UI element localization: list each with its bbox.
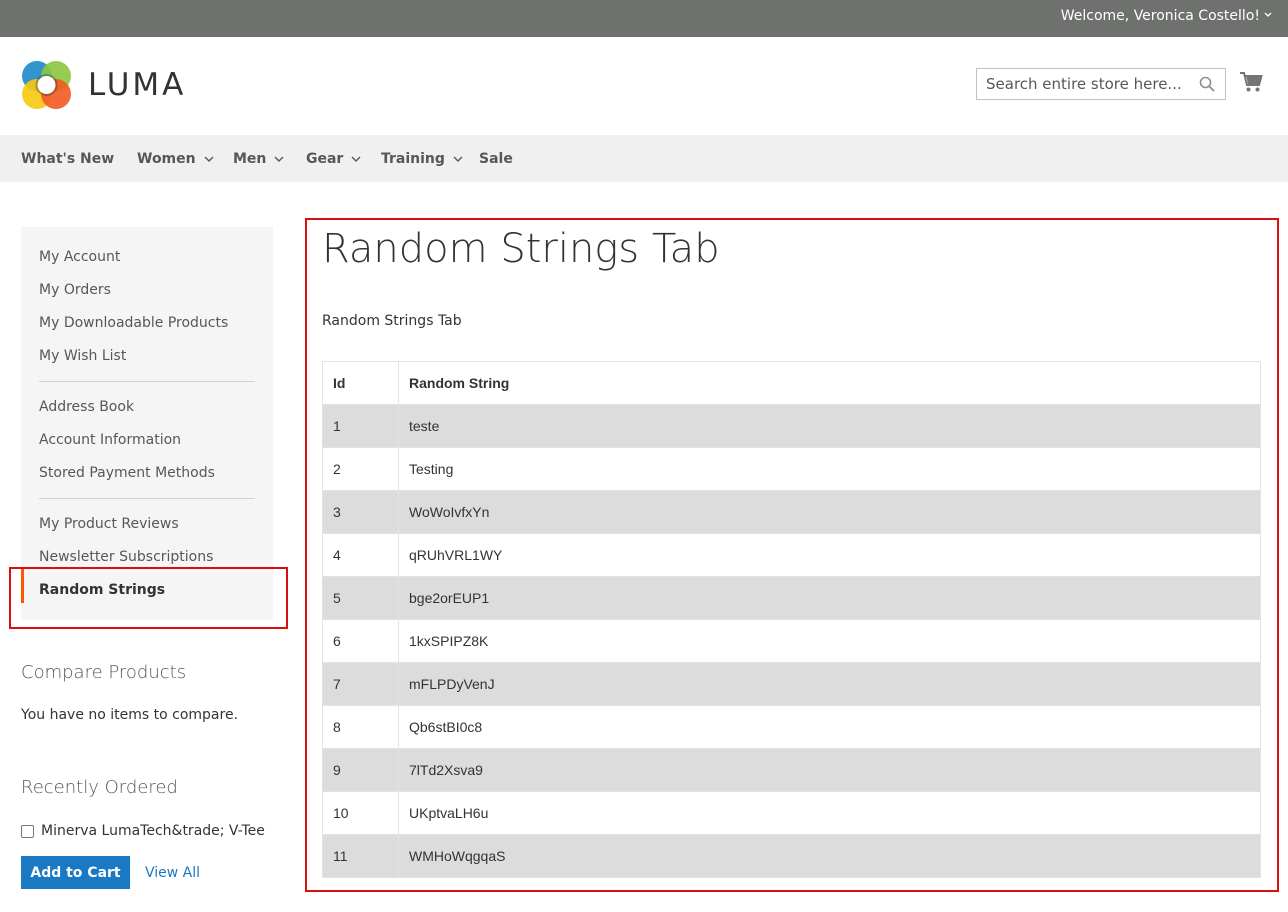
chevron-down-icon — [274, 156, 284, 162]
table-row: 1 teste — [322, 404, 1261, 448]
sidebar-item-my-account[interactable]: My Account — [39, 248, 120, 266]
cell-random-string: Qb6stBI0c8 — [398, 705, 1261, 749]
cell-id: 2 — [322, 447, 399, 491]
cell-id: 6 — [322, 619, 399, 663]
column-header-random-string: Random String — [398, 361, 1261, 405]
main-navigation: What's New Women Men Gear Training Sale — [0, 135, 1288, 182]
view-all-link[interactable]: View All — [145, 864, 200, 882]
table-row: 8 Qb6stBI0c8 — [322, 705, 1261, 749]
nav-item-whats-new[interactable]: What's New — [21, 150, 114, 168]
nav-item-women[interactable]: Women — [137, 150, 214, 168]
nav-item-label: Women — [137, 151, 196, 167]
search-input[interactable] — [977, 69, 1187, 99]
table-row: 5 bge2orEUP1 — [322, 576, 1261, 620]
chevron-down-icon — [453, 156, 463, 162]
column-header-id: Id — [322, 361, 399, 405]
cell-id: 11 — [322, 834, 399, 878]
table-row: 7 mFLPDyVenJ — [322, 662, 1261, 706]
cell-random-string: 1kxSPIPZ8K — [398, 619, 1261, 663]
cell-random-string: mFLPDyVenJ — [398, 662, 1261, 706]
sidebar-item-stored-payment-methods[interactable]: Stored Payment Methods — [39, 464, 215, 482]
cell-id: 3 — [322, 490, 399, 534]
cell-id: 8 — [322, 705, 399, 749]
cell-random-string: Testing — [398, 447, 1261, 491]
luma-logo-icon — [22, 61, 71, 109]
nav-item-sale[interactable]: Sale — [479, 150, 513, 168]
welcome-message[interactable]: Welcome, Veronica Costello! — [1061, 7, 1260, 25]
search-icon[interactable] — [1199, 76, 1215, 92]
cell-random-string: bge2orEUP1 — [398, 576, 1261, 620]
sidebar-item-my-orders[interactable]: My Orders — [39, 281, 111, 299]
sidebar-item-address-book[interactable]: Address Book — [39, 398, 134, 416]
chevron-down-icon — [204, 156, 214, 162]
random-strings-table: Id Random String 1 teste 2 Testing 3 WoWoIv… — [322, 361, 1261, 878]
sidebar-item-wish-list[interactable]: My Wish List — [39, 347, 126, 365]
chevron-down-icon[interactable] — [1264, 11, 1272, 19]
cell-random-string: 7lTd2Xsva9 — [398, 748, 1261, 792]
table-row: 6 1kxSPIPZ8K — [322, 619, 1261, 663]
cell-random-string: UKptvaLH6u — [398, 791, 1261, 835]
cell-id: 10 — [322, 791, 399, 835]
compare-empty-text: You have no items to compare. — [21, 707, 239, 723]
table-row: 4 qRUhVRL1WY — [322, 533, 1261, 577]
cart-icon[interactable] — [1239, 71, 1263, 93]
table-row: 3 WoWoIvfxYn — [322, 490, 1261, 534]
nav-item-training[interactable]: Training — [381, 150, 463, 168]
recent-order-item: Minerva LumaTech&trade; V-Tee — [21, 822, 265, 840]
sidebar-item-downloadable-products[interactable]: My Downloadable Products — [39, 314, 228, 332]
nav-item-gear[interactable]: Gear — [306, 150, 361, 168]
top-bar: Welcome, Veronica Costello! — [0, 0, 1288, 37]
table-row: 10 UKptvaLH6u — [322, 791, 1261, 835]
cell-random-string: WMHoWqgqaS — [398, 834, 1261, 878]
table-row: 9 7lTd2Xsva9 — [322, 748, 1261, 792]
page-title: Random Strings Tab — [322, 226, 720, 272]
page-subtitle: Random Strings Tab — [322, 313, 462, 329]
chevron-down-icon — [351, 156, 361, 162]
table-row: 11 WMHoWqgqaS — [322, 834, 1261, 878]
sidebar-divider — [39, 381, 255, 382]
store-logo[interactable]: LUMA — [21, 59, 191, 111]
cell-id: 4 — [322, 533, 399, 577]
table-row: 2 Testing — [322, 447, 1261, 491]
account-sidebar-nav: My Account My Orders My Downloadable Pro… — [21, 227, 273, 620]
cell-id: 1 — [322, 404, 399, 448]
cell-random-string: WoWoIvfxYn — [398, 490, 1261, 534]
recent-item-checkbox[interactable] — [21, 824, 34, 838]
cell-random-string: qRUhVRL1WY — [398, 533, 1261, 577]
highlight-box-sidebar — [9, 567, 288, 629]
cell-random-string: teste — [398, 404, 1261, 448]
table-header-row: Id Random String — [322, 361, 1261, 405]
add-to-cart-button[interactable]: Add to Cart — [21, 856, 130, 889]
sidebar-item-account-information[interactable]: Account Information — [39, 431, 181, 449]
sidebar-item-product-reviews[interactable]: My Product Reviews — [39, 515, 179, 533]
logo-text: LUMA — [88, 67, 187, 103]
nav-item-men[interactable]: Men — [233, 150, 284, 168]
cell-id: 9 — [322, 748, 399, 792]
cell-id: 7 — [322, 662, 399, 706]
cell-id: 5 — [322, 576, 399, 620]
compare-products-title: Compare Products — [21, 662, 187, 683]
recently-ordered-title: Recently Ordered — [21, 777, 178, 798]
nav-item-label: Men — [233, 151, 267, 167]
recent-item-name[interactable]: Minerva LumaTech&trade; V-Tee — [41, 822, 265, 840]
sidebar-divider — [39, 498, 255, 499]
nav-item-label: Training — [381, 151, 445, 167]
sidebar-item-newsletter-subscriptions[interactable]: Newsletter Subscriptions — [39, 548, 213, 566]
nav-item-label: Gear — [306, 151, 344, 167]
search-box — [976, 68, 1226, 100]
